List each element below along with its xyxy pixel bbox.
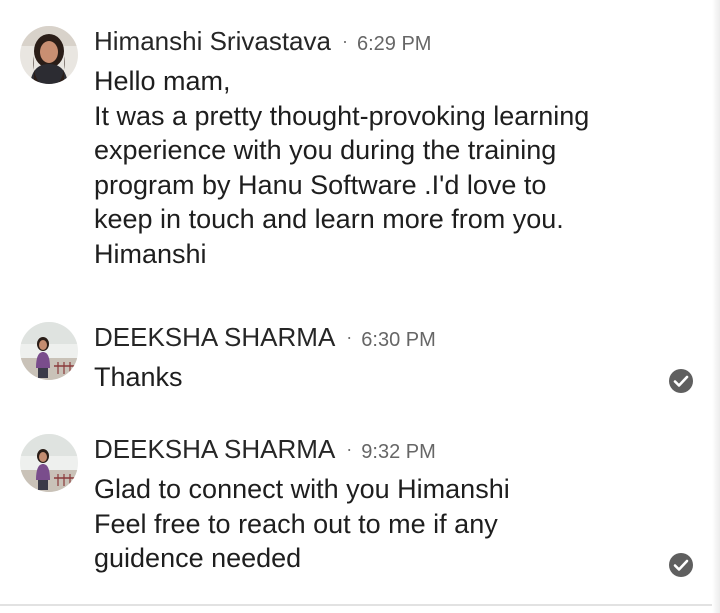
message-body: Glad to connect with you Himanshi Feel f… [94, 472, 654, 576]
message-line: It was a pretty thought-provoking learni… [94, 100, 590, 131]
avatar[interactable] [20, 434, 78, 492]
scroll-edge [712, 0, 720, 613]
message-body: Hello mam, It was a pretty thought-provo… [94, 64, 654, 271]
profile-photo [20, 26, 78, 84]
message-line: program by Hanu Software .I'd love to [94, 169, 547, 200]
check-circle-icon [668, 552, 694, 578]
timestamp: 9:32 PM [361, 441, 436, 463]
message-line: Thanks [94, 362, 183, 392]
sender-name[interactable]: Himanshi Srivastava [94, 26, 331, 57]
profile-photo [20, 434, 78, 492]
message-line: Hello mam, [94, 66, 231, 96]
separator-dot: · [341, 31, 348, 51]
message-header: Himanshi Srivastava · 6:29 PM [94, 26, 431, 62]
message-thread: Himanshi Srivastava · 6:29 PM Hello mam,… [0, 0, 720, 613]
separator-dot: · [346, 327, 353, 347]
message-header: DEEKSHA SHARMA · 6:30 PM [94, 322, 436, 358]
message-item: DEEKSHA SHARMA · 9:32 PM Glad to connect… [0, 434, 720, 584]
message-item: DEEKSHA SHARMA · 6:30 PM Thanks [0, 322, 720, 402]
message-line: keep in touch and learn more from you. [94, 204, 564, 234]
separator-dot: · [346, 439, 353, 459]
message-line: Feel free to reach out to me if any [94, 508, 498, 539]
timestamp: 6:30 PM [361, 329, 436, 351]
sender-name[interactable]: DEEKSHA SHARMA [94, 322, 335, 353]
message-header: DEEKSHA SHARMA · 9:32 PM [94, 434, 436, 470]
sender-name[interactable]: DEEKSHA SHARMA [94, 434, 335, 465]
profile-photo [20, 322, 78, 380]
divider [0, 604, 720, 606]
message-line: guidence needed [94, 543, 302, 573]
message-item: Himanshi Srivastava · 6:29 PM Hello mam,… [0, 26, 720, 276]
message-line: experience with you during the training [94, 135, 557, 165]
message-body: Thanks [94, 360, 654, 395]
check-circle-icon [668, 368, 694, 394]
message-line: Himanshi [94, 238, 207, 269]
avatar[interactable] [20, 26, 78, 84]
message-line: Glad to connect with you Himanshi [94, 474, 510, 504]
timestamp: 6:29 PM [356, 33, 432, 55]
avatar[interactable] [20, 322, 78, 380]
